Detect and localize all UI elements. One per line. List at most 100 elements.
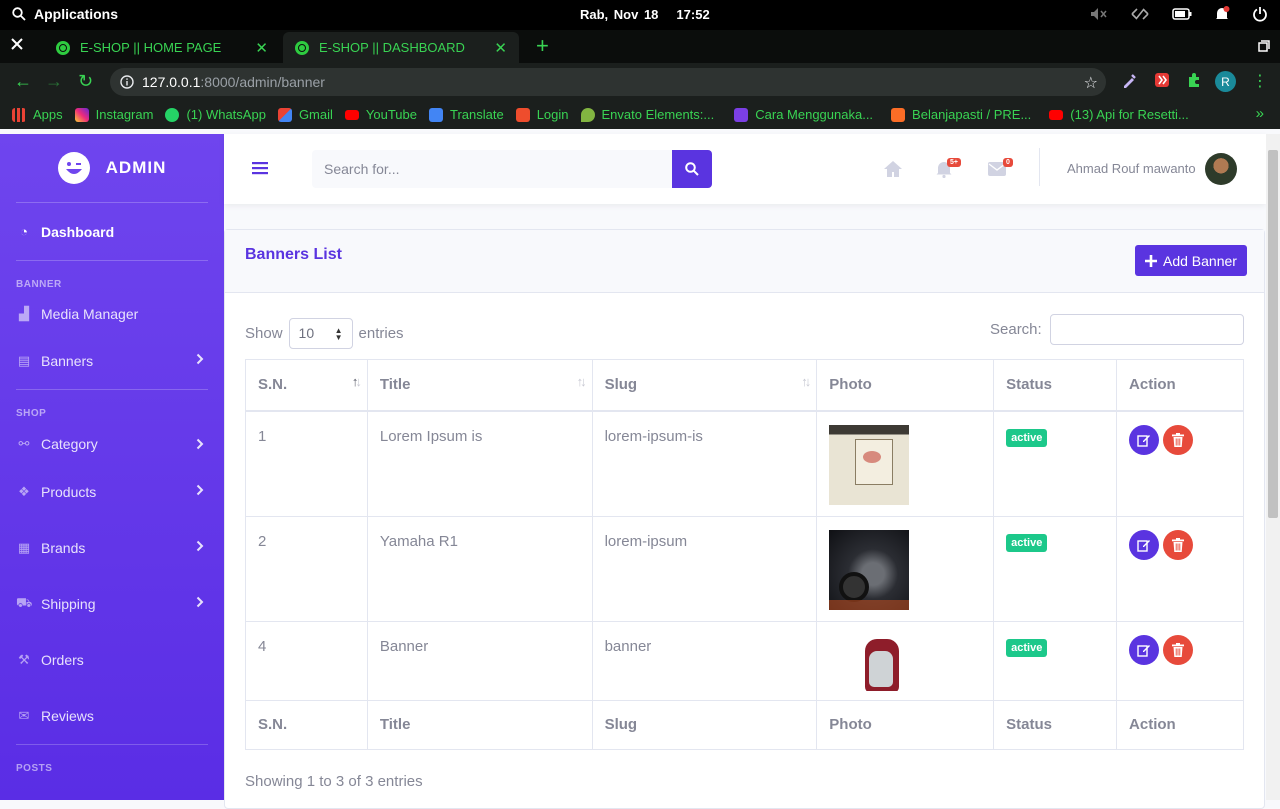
forward-arrow-icon[interactable]: → [45,71,63,92]
table-row: 1 Lorem Ipsum is lorem-ipsum-is active [245,410,1244,517]
plus-icon [1145,254,1157,267]
bookmark-belanjapasti[interactable]: Belanjapasti / PRE... [891,107,1031,122]
page-length-select[interactable]: 10 ▲ ▼ [288,318,353,349]
sidebar-brand[interactable]: ADMIN [0,134,224,202]
bookmark-api-for-reset[interactable]: (13) Api for Resetti... [1049,107,1189,122]
edit-button[interactable] [1129,635,1160,665]
sidebar-item-banners[interactable]: ▤ Banners [0,333,224,389]
chart-area-icon: ▟ [19,306,29,321]
footer-title: Title [366,700,593,750]
bookmark-apps[interactable]: Apps [12,107,63,122]
sidebar-item-orders[interactable]: ⚒ Orders [0,632,224,688]
sidebar-item-category[interactable]: ⚯ Category [0,424,224,464]
reload-icon[interactable]: ↻ [78,71,93,92]
applications-menu[interactable]: Applications [12,6,118,22]
status-badge: active [1006,534,1048,552]
topbar-divider [1039,148,1040,186]
table-header-row: S.N. ↑↓ Title ↑↓ Slug ↑↓ Photo Status Actio… [245,359,1244,412]
tab-close-icon[interactable]: ✕ [255,39,268,57]
topbar-search-button[interactable] [672,150,712,188]
bookmark-star-icon[interactable]: ☆ [1084,73,1098,93]
sidebar-item-reviews[interactable]: ✉ Reviews [0,688,224,744]
bookmark-instagram[interactable]: Instagram [74,107,153,122]
delete-button[interactable] [1163,424,1194,455]
table-icon: ▦ [17,540,31,555]
cell-status: active [993,516,1118,622]
sidebar-item-media-manager[interactable]: ▟ Media Manager [0,295,224,333]
delete-button[interactable] [1163,635,1194,665]
search-icon [685,162,699,176]
sidebar-heading-posts: POSTS [16,763,53,774]
tab-home-page[interactable]: E-SHOP || HOME PAGE ✕ [44,32,280,63]
topbar-search-input[interactable]: Search for... [312,150,672,188]
window-restore-icon[interactable] [1258,40,1270,52]
new-tab-button[interactable]: + [536,35,549,57]
more-bookmarks-icon[interactable]: » [1256,105,1264,122]
sitemap-icon: ⚯ [18,436,30,451]
address-bar[interactable]: 127.0.0.1:8000/admin/banner ☆ [110,68,1106,96]
bookmark-cara-menggunakan[interactable]: Cara Menggunaka... [734,107,873,122]
eyedropper-extension-icon[interactable] [1122,72,1138,88]
cell-sn: 1 [245,410,368,517]
table-row: 2 Yamaha R1 lorem-ipsum active [245,516,1244,622]
delete-button[interactable] [1163,530,1194,560]
trash-icon [1172,432,1185,447]
sidebar-item-dashboard[interactable]: ◔ Dashboard [0,203,224,260]
power-icon[interactable] [1252,6,1268,22]
topbar: Search for... 5+ 0 Ahmad Rouf mawanto [224,134,1266,204]
sidebar-item-brands[interactable]: ▦ Brands [0,520,224,576]
whatsapp-icon [165,107,180,122]
column-header-sn[interactable]: S.N. ↑↓ [245,359,368,412]
chevron-right-icon [196,484,204,496]
tab-close-icon[interactable]: ✕ [494,39,507,57]
sidebar-item-label: Category [41,436,98,452]
close-window-icon[interactable] [10,37,24,51]
profile-avatar[interactable]: R [1215,71,1236,92]
sidebar-toggle-icon[interactable] [252,160,268,176]
page-scrollbar[interactable] [1266,134,1280,800]
status-badge: active [1006,428,1048,447]
gmail-icon [277,107,292,122]
column-header-title[interactable]: Title ↑↓ [366,359,593,412]
video-extension-icon[interactable] [1154,72,1170,88]
browser-menu-icon[interactable]: ⋮ [1252,71,1268,91]
user-name[interactable]: Ahmad Rouf mawanto [1067,161,1196,176]
sidebar-item-products[interactable]: ❖ Products [0,464,224,520]
column-header-status: Status [993,359,1118,412]
notification-bell-icon[interactable] [1214,6,1230,22]
bookmark-translate[interactable]: Translate [428,107,504,122]
volume-muted-icon[interactable] [1090,7,1108,21]
bookmark-youtube[interactable]: YouTube [344,107,417,122]
edit-button[interactable] [1129,424,1160,455]
bookmark-gmail[interactable]: Gmail [277,107,333,122]
browser-tab-strip: E-SHOP || HOME PAGE ✕ E-SHOP || DASHBOAR… [0,30,1280,63]
extensions-puzzle-icon[interactable] [1186,72,1202,88]
back-arrow-icon[interactable]: ← [14,71,32,92]
network-icon[interactable] [1130,7,1150,21]
edit-icon [1137,645,1151,657]
tab-dashboard[interactable]: E-SHOP || DASHBOARD ✕ [283,32,519,63]
sidebar-item-label: Orders [41,652,84,668]
bookmark-whatsapp[interactable]: (1) WhatsApp [165,107,266,122]
bookmark-envato[interactable]: Envato Elements:... [580,107,714,122]
alerts-count-badge: 5+ [947,158,961,167]
column-header-slug[interactable]: Slug ↑↓ [591,359,818,412]
bookmark-login[interactable]: Login [515,107,569,122]
home-icon[interactable] [883,160,903,178]
site-info-icon[interactable] [120,75,134,89]
trash-icon [1172,643,1185,657]
user-avatar[interactable] [1205,153,1237,185]
edit-icon [1137,540,1151,552]
time-text: 17:52 [676,7,710,22]
sidebar-item-shipping[interactable]: ⛟ Shipping [0,576,224,632]
hammer-icon: ⚒ [18,652,30,667]
edit-button[interactable] [1129,530,1160,560]
sidebar-item-label: Dashboard [41,223,115,240]
bookmarks-bar: Apps Instagram (1) WhatsApp Gmail YouTub… [0,100,1280,129]
cell-slug: lorem-ipsum [591,516,818,622]
table-search-input[interactable] [1049,314,1244,345]
battery-icon[interactable] [1172,8,1192,20]
add-banner-button[interactable]: Add Banner [1135,245,1247,276]
clock[interactable]: Rab, Nov 18 17:52 [580,7,710,22]
scrollbar-thumb[interactable] [1268,150,1278,518]
